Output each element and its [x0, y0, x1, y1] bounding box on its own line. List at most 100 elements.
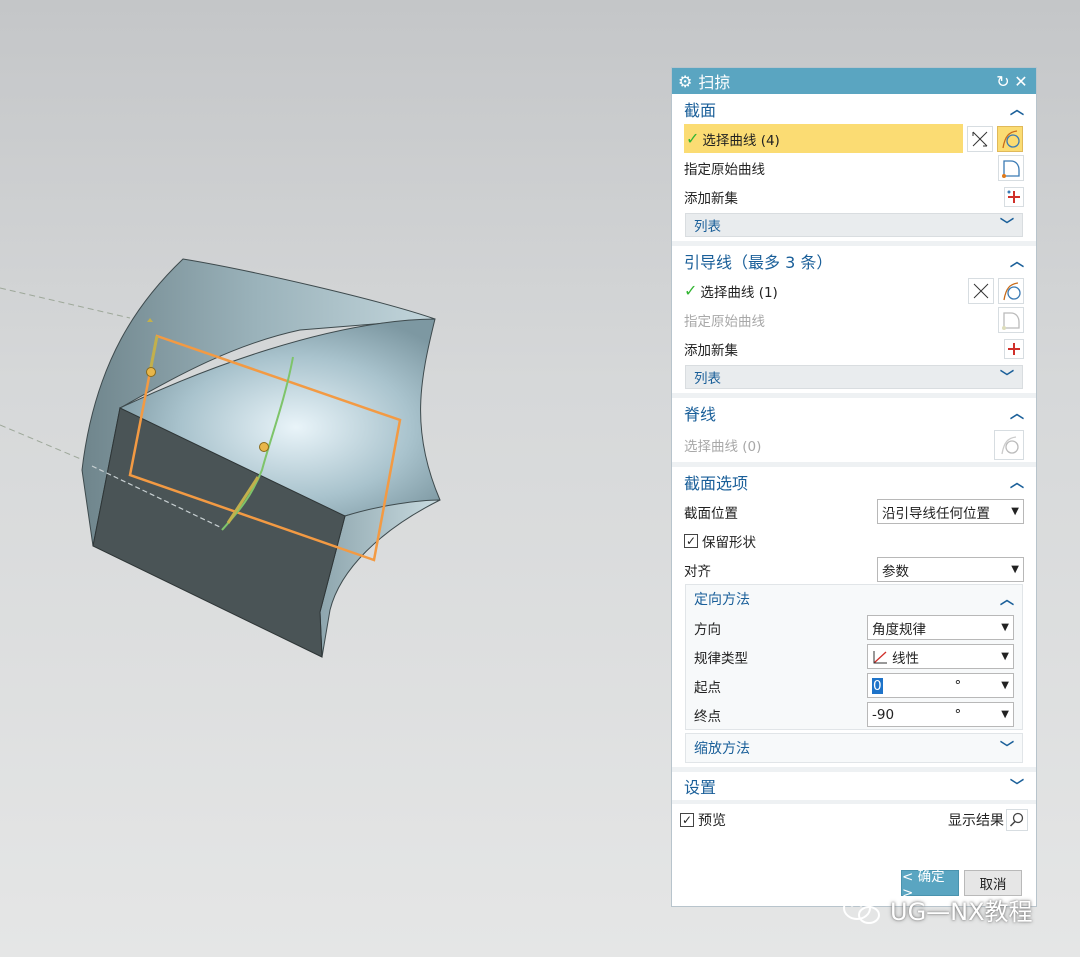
section-options-header[interactable]: 截面选项 ︿	[672, 467, 1036, 497]
dialog-titlebar[interactable]: ⚙ 扫掠 ↻ ✕	[672, 68, 1036, 94]
direction-row: 方向 角度规律 ▼	[686, 613, 1022, 642]
section-position-label: 截面位置	[684, 505, 738, 522]
guide-group-header[interactable]: 引导线（最多 3 条） ︿	[672, 246, 1036, 276]
section-select-curve-row[interactable]: ✓ 选择曲线 (4)	[684, 124, 1023, 153]
spine-group: 脊线 ︿ 选择曲线 (0)	[672, 398, 1036, 467]
deselect-icon[interactable]	[967, 125, 993, 152]
settings-header[interactable]: 设置 ﹀	[672, 772, 1036, 800]
section-list-label: 列表	[694, 219, 721, 235]
sweep-dialog: ⚙ 扫掠 ↻ ✕ 截面 ︿ ✓ 选择曲线 (4) 指定原始曲线 添加新集 列表 …	[671, 67, 1037, 907]
guide-list-toggle[interactable]: 列表 ﹀	[685, 365, 1023, 389]
watermark: UG—NX教程	[842, 892, 1033, 927]
guide-specify-origin-row: 指定原始曲线	[672, 305, 1036, 334]
construction-line	[0, 287, 131, 319]
section-specify-origin-row[interactable]: 指定原始曲线	[672, 153, 1036, 182]
dialog-title: 扫掠	[698, 73, 731, 92]
chevron-up-icon[interactable]: ︿	[1010, 472, 1024, 492]
chevron-down-icon[interactable]: ﹀	[1000, 738, 1014, 758]
chevron-down-icon[interactable]: ﹀	[1000, 367, 1014, 387]
end-value[interactable]: -90	[872, 707, 955, 723]
curve-select-icon[interactable]	[997, 125, 1023, 152]
law-type-row: 规律类型 线性 ▼	[686, 642, 1022, 671]
spine-select-curve-row: 选择曲线 (0)	[672, 428, 1036, 462]
law-type-dropdown[interactable]: 线性 ▼	[867, 644, 1014, 669]
end-label: 终点	[694, 708, 721, 725]
guide-select-curve-row[interactable]: ✓ 选择曲线 (1)	[672, 276, 1036, 305]
scaling-header[interactable]: 缩放方法 ﹀	[686, 734, 1022, 762]
settings-title: 设置	[684, 778, 717, 797]
align-dropdown[interactable]: 参数 ▼	[877, 557, 1024, 582]
chevron-down-icon[interactable]: ▼	[1001, 680, 1009, 691]
start-value[interactable]: 0	[872, 677, 883, 694]
check-icon: ✓	[684, 281, 698, 300]
check-icon: ✓	[686, 129, 700, 148]
spine-select-curve-label: 选择曲线 (0)	[684, 439, 762, 455]
law-type-label: 规律类型	[694, 650, 748, 667]
close-icon[interactable]: ✕	[1012, 72, 1030, 91]
spine-group-title: 脊线	[684, 405, 717, 424]
section-group-header[interactable]: 截面 ︿	[672, 94, 1036, 124]
law-type-value: 线性	[892, 650, 919, 667]
orientation-subgroup: 定向方法 ︿ 方向 角度规律 ▼ 规律类型 线性 ▼ 起点 0 ° ▼ 终点 -…	[685, 584, 1023, 730]
chevron-down-icon[interactable]: ﹀	[1000, 215, 1014, 235]
section-position-row: 截面位置 沿引导线任何位置 ▼	[672, 497, 1036, 526]
gear-icon[interactable]: ⚙	[678, 72, 692, 91]
start-row: 起点 0 ° ▼	[686, 671, 1022, 700]
direction-label: 方向	[694, 621, 721, 638]
end-row: 终点 -90 ° ▼	[686, 700, 1022, 729]
align-value: 参数	[882, 563, 909, 580]
preview-checkbox[interactable]: ✓	[680, 813, 694, 827]
guide-group-title: 引导线（最多 3 条）	[684, 253, 833, 272]
scaling-title: 缩放方法	[694, 741, 750, 757]
section-options-group: 截面选项 ︿ 截面位置 沿引导线任何位置 ▼ ✓ 保留形状 对齐 参数 ▼ 定向…	[672, 467, 1036, 772]
linear-law-icon	[873, 650, 887, 663]
align-row: 对齐 参数 ▼	[672, 555, 1036, 584]
start-input[interactable]: 0 ° ▼	[867, 673, 1014, 698]
section-group-title: 截面	[684, 101, 717, 120]
magnifier-icon[interactable]	[1006, 809, 1028, 831]
drag-handle[interactable]	[146, 367, 156, 377]
section-options-title: 截面选项	[684, 474, 749, 493]
chevron-down-icon[interactable]: ▼	[1001, 709, 1009, 720]
chevron-down-icon: ▼	[1011, 564, 1019, 575]
preserve-shape-row[interactable]: ✓ 保留形状	[672, 526, 1036, 555]
section-group: 截面 ︿ ✓ 选择曲线 (4) 指定原始曲线 添加新集 列表 ﹀	[672, 94, 1036, 246]
chevron-up-icon[interactable]: ︿	[1000, 589, 1014, 609]
section-position-dropdown[interactable]: 沿引导线任何位置 ▼	[877, 499, 1024, 524]
preserve-shape-label: 保留形状	[702, 534, 756, 551]
guide-add-new-set-row[interactable]: 添加新集	[672, 334, 1036, 363]
preserve-shape-checkbox[interactable]: ✓	[684, 533, 698, 548]
chevron-down-icon: ▼	[1001, 651, 1009, 662]
direction-dropdown[interactable]: 角度规律 ▼	[867, 615, 1014, 640]
spine-group-header[interactable]: 脊线 ︿	[672, 398, 1036, 428]
guide-list-label: 列表	[694, 371, 721, 387]
origin-curve-icon[interactable]	[998, 154, 1024, 181]
add-set-icon[interactable]	[1004, 338, 1024, 359]
end-input[interactable]: -90 ° ▼	[867, 702, 1014, 727]
deselect-icon[interactable]	[968, 277, 994, 304]
align-label: 对齐	[684, 563, 711, 580]
curve-select-icon[interactable]	[998, 277, 1024, 304]
section-list-toggle[interactable]: 列表 ﹀	[685, 213, 1023, 237]
section-add-new-set-row[interactable]: 添加新集	[672, 182, 1036, 211]
end-unit: °	[954, 706, 962, 723]
start-label: 起点	[694, 679, 721, 696]
chevron-up-icon[interactable]: ︿	[1010, 403, 1024, 423]
preview-label: 预览	[698, 813, 726, 829]
show-result-label: 显示结果	[948, 813, 1004, 829]
direction-value: 角度规律	[872, 621, 926, 638]
chevron-up-icon[interactable]: ︿	[1010, 251, 1024, 271]
add-set-icon[interactable]	[1004, 186, 1024, 207]
watermark-text: UG—NX教程	[890, 898, 1033, 926]
chevron-down-icon[interactable]: ﹀	[1010, 776, 1024, 796]
guide-specify-origin-label: 指定原始曲线	[684, 313, 765, 330]
chevron-up-icon[interactable]: ︿	[1010, 99, 1024, 119]
orientation-header[interactable]: 定向方法 ︿	[686, 585, 1022, 613]
orientation-title: 定向方法	[694, 592, 750, 608]
reset-icon[interactable]: ↻	[994, 72, 1012, 91]
settings-group: 设置 ﹀	[672, 772, 1036, 800]
section-position-value: 沿引导线任何位置	[882, 505, 990, 522]
drag-handle[interactable]	[259, 442, 269, 452]
wechat-icon	[843, 895, 880, 924]
scaling-subgroup: 缩放方法 ﹀	[685, 733, 1023, 763]
